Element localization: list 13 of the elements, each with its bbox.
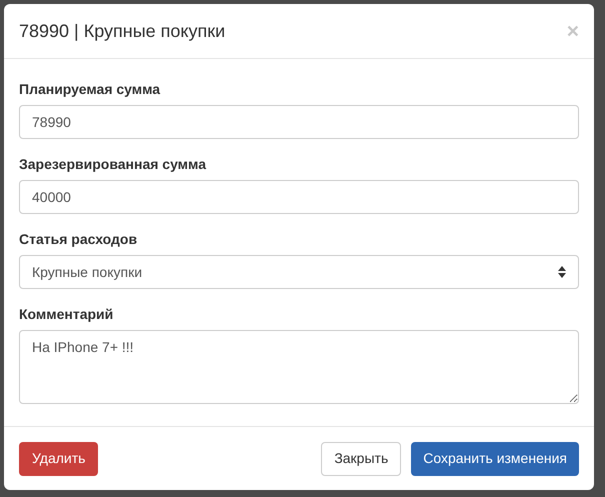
- field-label: Планируемая сумма: [19, 80, 162, 99]
- up-down-caret-icon: [558, 266, 566, 278]
- field-label: Зарезервированная сумма: [19, 155, 208, 174]
- text-field[interactable]: 78990: [19, 105, 579, 139]
- comment-field[interactable]: На IPhone 7+ !!!: [19, 330, 579, 404]
- field-label: Комментарий: [19, 305, 114, 324]
- save-button[interactable]: Сохранить изменения: [411, 442, 579, 476]
- text-field[interactable]: 40000: [19, 180, 579, 214]
- modal-title: 78990 | Крупные покупки: [19, 20, 226, 43]
- select-field[interactable]: Крупные покупки: [19, 255, 579, 289]
- close-button[interactable]: Закрыть: [321, 442, 402, 476]
- field-label: Статья расходов: [19, 230, 138, 249]
- delete-button[interactable]: Удалить: [19, 442, 98, 476]
